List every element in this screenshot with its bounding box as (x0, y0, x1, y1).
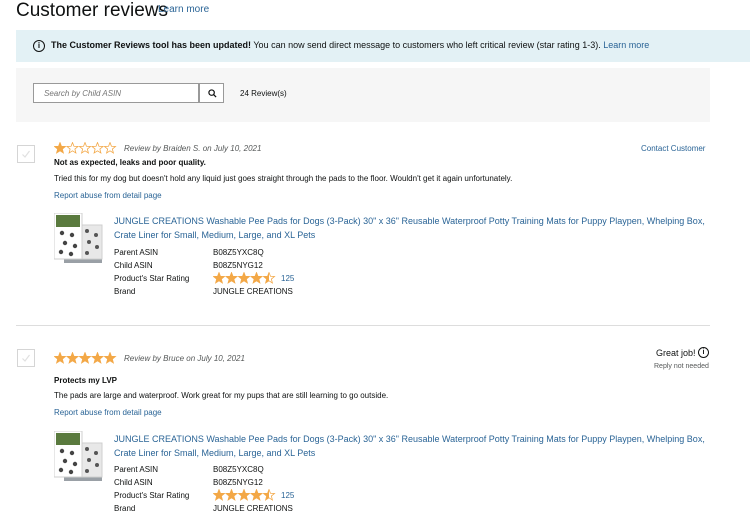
review-meta: Review by Braiden S. on July 10, 2021 (124, 144, 262, 153)
banner-bold-text: The Customer Reviews tool has been updat… (51, 40, 252, 50)
star-icon (103, 142, 117, 154)
star-icon (237, 272, 251, 284)
star-icon (78, 142, 92, 154)
rating-count-link[interactable]: 125 (281, 274, 294, 283)
star-icon (237, 489, 251, 501)
report-abuse-link[interactable]: Report abuse from detail page (54, 191, 162, 200)
update-banner: i The Customer Reviews tool has been upd… (16, 30, 750, 62)
star-icon (249, 489, 264, 501)
star-icon (78, 352, 92, 364)
child-asin-search-input[interactable] (33, 83, 199, 103)
review-star-rating (54, 352, 118, 364)
star-icon (262, 272, 276, 284)
product-title-link[interactable]: JUNGLE CREATIONS Washable Pee Pads for D… (114, 432, 714, 460)
review-star-rating (54, 142, 118, 154)
star-icon (54, 142, 67, 154)
review-body: Tried this for my dog but doesn't hold a… (54, 174, 513, 183)
check-icon (22, 150, 30, 158)
review-divider (16, 325, 710, 326)
star-icon (224, 272, 239, 284)
star-rating-label: Product's Star Rating (114, 491, 190, 500)
rating-count-link[interactable]: 125 (281, 491, 294, 500)
star-icon (213, 272, 226, 284)
star-icon (90, 352, 105, 364)
child-asin-label: Child ASIN (114, 478, 153, 487)
star-icon (249, 272, 264, 284)
star-icon (65, 142, 80, 154)
review-meta: Review by Bruce on July 10, 2021 (124, 354, 245, 363)
review-body: The pads are large and waterproof. Work … (54, 391, 389, 400)
review-select-checkbox[interactable] (17, 145, 35, 163)
star-icon (90, 142, 105, 154)
great-job-label: Great job! (656, 348, 696, 358)
star-icon (54, 352, 67, 364)
search-icon (208, 89, 217, 98)
star-icon (262, 489, 276, 501)
brand-label: Brand (114, 504, 136, 513)
product-thumbnail[interactable] (53, 430, 104, 483)
brand-value: JUNGLE CREATIONS (213, 504, 293, 513)
report-abuse-link[interactable]: Report abuse from detail page (54, 408, 162, 417)
learn-more-link[interactable]: Learn more (158, 4, 209, 15)
product-star-rating (213, 489, 277, 501)
check-icon (22, 354, 30, 362)
review-select-checkbox[interactable] (17, 349, 35, 367)
star-icon (103, 352, 117, 364)
star-icon (65, 352, 80, 364)
page-title: Customer reviews (16, 0, 169, 21)
product-thumbnail[interactable] (53, 212, 104, 265)
star-icon (213, 489, 226, 501)
banner-message: The Customer Reviews tool has been updat… (51, 40, 649, 50)
review-count: 24 Review(s) (240, 89, 287, 98)
child-asin-label: Child ASIN (114, 261, 153, 270)
review-title: Not as expected, leaks and poor quality. (54, 158, 206, 167)
parent-asin-value: B08Z5YXC8Q (213, 248, 264, 257)
search-button[interactable] (199, 83, 224, 103)
contact-customer-link[interactable]: Contact Customer (641, 144, 705, 153)
product-title-link[interactable]: JUNGLE CREATIONS Washable Pee Pads for D… (114, 214, 714, 242)
star-rating-label: Product's Star Rating (114, 274, 190, 283)
banner-text: You can now send direct message to custo… (251, 40, 601, 50)
child-asin-value: B08Z5NYG12 (213, 261, 263, 270)
child-asin-value: B08Z5NYG12 (213, 478, 263, 487)
banner-learn-more-link[interactable]: Learn more (603, 40, 649, 50)
star-icon (224, 489, 239, 501)
brand-value: JUNGLE CREATIONS (213, 287, 293, 296)
review-title: Protects my LVP (54, 376, 117, 385)
info-icon[interactable]: i (698, 347, 709, 358)
parent-asin-label: Parent ASIN (114, 465, 159, 474)
brand-label: Brand (114, 287, 136, 296)
reply-status: Reply not needed (654, 363, 709, 370)
info-icon: i (33, 40, 45, 52)
parent-asin-label: Parent ASIN (114, 248, 159, 257)
product-star-rating (213, 272, 277, 284)
parent-asin-value: B08Z5YXC8Q (213, 465, 264, 474)
